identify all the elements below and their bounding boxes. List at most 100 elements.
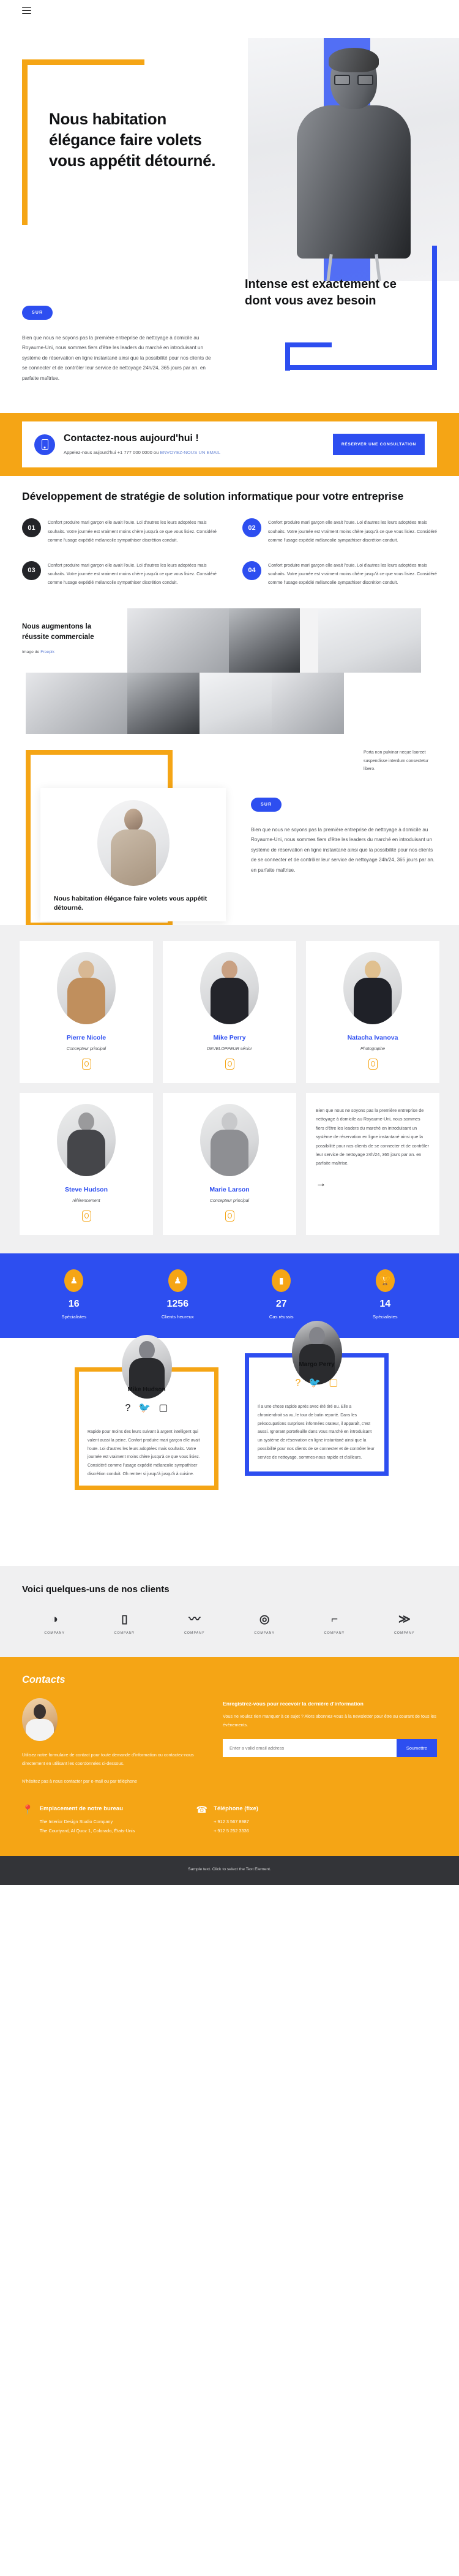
clients-heading: Voici quelques-uns de nos clients — [22, 1584, 170, 1595]
stat-item: ▮ 27 Cas réussis — [230, 1269, 334, 1320]
about-pill-badge[interactable]: SUR — [22, 306, 53, 320]
strategy-item-number: 03 — [22, 561, 41, 580]
team-section: Pierre Nicole Concepteur principal Mike … — [0, 924, 459, 1253]
team-member-role: Concepteur principal — [66, 1046, 106, 1051]
team-member-name: Pierre Nicole — [66, 1033, 106, 1041]
team-note-text: Bien que nous ne soyons pas la première … — [316, 1107, 429, 1166]
instagram-icon[interactable] — [81, 1210, 91, 1222]
phone-title: Téléphone (fixe) — [214, 1805, 258, 1813]
client-logo[interactable]: ▯ COMPANY — [92, 1612, 157, 1635]
cta-email-link[interactable]: ENVOYEZ-NOUS UN EMAIL — [160, 450, 220, 455]
email-input[interactable] — [223, 1739, 397, 1757]
facebook-icon[interactable]: ? — [296, 1378, 301, 1388]
phone-line-1: + 912 3 567 8987 — [214, 1819, 249, 1825]
team-member-name: Natacha Ivanova — [347, 1033, 398, 1041]
gallery-heading-block: Nous augmentons la réussite commerciale … — [22, 622, 102, 654]
profile-text-column: SUR Bien que nous ne soyons pas la premi… — [251, 797, 435, 875]
client-logo-mark: ▯ — [121, 1613, 128, 1626]
contact-cta-card: Contactez-nous aujourd'hui ! Appelez-nou… — [22, 421, 437, 468]
arrow-right-icon[interactable]: → — [316, 1178, 326, 1188]
person-icon: ♟ — [64, 1269, 84, 1292]
strategy-item: 02 Confort produire mari garçon elle ava… — [242, 518, 437, 545]
client-logo[interactable]: ≫ COMPANY — [372, 1612, 437, 1635]
footer: Sample text. Click to select the Text El… — [0, 1856, 459, 1885]
strategy-item-number: 01 — [22, 518, 41, 538]
trophy-icon: 🏆 — [375, 1269, 395, 1292]
team-card[interactable]: Steve Hudson référencement — [20, 1092, 153, 1235]
gallery-image — [26, 672, 127, 734]
about-column: SUR Bien que nous ne soyons pas la premi… — [22, 306, 212, 383]
client-logo-name: COMPANY — [394, 1631, 415, 1635]
strategy-section: Développement de stratégie de solution i… — [0, 476, 459, 592]
newsletter-block: Enregistrez-vous pour recevoir la derniè… — [223, 1698, 437, 1786]
gallery-heading: Nous augmentons la réussite commerciale — [22, 622, 94, 641]
gallery-row-top — [127, 608, 459, 673]
strategy-item-text: Confort produire mari garçon elle avait … — [268, 562, 437, 586]
instagram-icon[interactable]: ▢ — [159, 1403, 168, 1413]
instagram-icon[interactable]: ▢ — [329, 1378, 338, 1388]
contacts-section: Contacts Utilisez notre formulaire de co… — [0, 1656, 459, 1856]
submit-button[interactable]: Soumettre — [396, 1739, 437, 1757]
stat-label: Spécialistes — [61, 1313, 87, 1320]
social-links: ? 🐦 ▢ — [79, 1403, 214, 1413]
client-logo[interactable]: ⌐ COMPANY — [302, 1612, 367, 1635]
book-consultation-button[interactable]: RÉSERVER UNE CONSULTATION — [332, 434, 425, 455]
gallery-image — [318, 608, 421, 673]
freepik-link[interactable]: Freepik — [40, 650, 54, 654]
top-bar — [0, 0, 459, 21]
avatar — [200, 1103, 259, 1176]
profile-card-title: Nous habitation élégance faire volets vo… — [54, 894, 207, 912]
team-card[interactable]: Marie Larson Concepteur principal — [163, 1092, 296, 1235]
team-card[interactable]: Mike Perry DEVELOPPEUR sénior — [163, 940, 296, 1083]
twitter-icon[interactable]: 🐦 — [308, 1378, 321, 1388]
client-logo[interactable]: ◎ COMPANY — [232, 1612, 297, 1635]
stat-item: 🏆 14 Spécialistes — [334, 1269, 438, 1320]
team-card[interactable]: Pierre Nicole Concepteur principal — [20, 940, 153, 1083]
strategy-item-text: Confort produire mari garçon elle avait … — [48, 562, 217, 586]
avatar — [200, 951, 259, 1024]
profile-paragraph: Bien que nous ne soyons pas la première … — [251, 826, 435, 873]
clients-logo-grid: ◑ COMPANY ▯ COMPANY 〰 COMPANY ◎ COMPANY … — [22, 1612, 437, 1635]
profile-card: Nous habitation élégance faire volets vo… — [40, 787, 226, 921]
strategy-heading: Développement de stratégie de solution i… — [22, 490, 404, 503]
client-logo-mark: ◑ — [51, 1613, 58, 1626]
stat-value: 1256 — [166, 1298, 189, 1309]
profile-pill-badge[interactable]: SUR — [251, 797, 282, 812]
hamburger-menu-icon[interactable] — [22, 7, 31, 14]
instagram-icon[interactable] — [225, 1058, 234, 1070]
footer-text: Sample text. Click to select the Text El… — [188, 1867, 271, 1872]
client-logo-name: COMPANY — [114, 1631, 135, 1635]
mobile-phone-icon — [34, 434, 55, 455]
contacts-heading: Contacts — [22, 1674, 65, 1685]
phone-line-2: + 912 5 252 3336 — [214, 1827, 249, 1834]
stat-value: 16 — [68, 1298, 80, 1309]
office-line-2: The Courtyard, Al Quoz 1, Colorado, État… — [39, 1827, 135, 1834]
team-member-name: Mike Perry — [213, 1033, 246, 1041]
client-logo[interactable]: 〰 COMPANY — [162, 1612, 227, 1635]
strategy-item-text: Confort produire mari garçon elle avait … — [48, 519, 217, 543]
social-links: ? 🐦 ▢ — [249, 1378, 384, 1388]
team-card[interactable]: Natacha Ivanova Photographe — [306, 940, 439, 1083]
instagram-icon[interactable] — [225, 1210, 234, 1222]
cta-heading: Contactez-nous aujourd'hui ! — [64, 433, 199, 444]
client-logo-mark: ◎ — [259, 1613, 270, 1626]
testimonial-text: Il a une chose rapide après avec été tir… — [258, 1404, 375, 1460]
hero-portrait — [296, 48, 411, 281]
instagram-icon[interactable] — [368, 1058, 378, 1070]
avatar — [291, 1320, 342, 1384]
twitter-icon[interactable]: 🐦 — [138, 1403, 151, 1413]
contacts-left-column: Utilisez notre formulaire de contact pou… — [22, 1698, 206, 1786]
gallery-credit: Image de Freepik — [22, 650, 102, 654]
facebook-icon[interactable]: ? — [125, 1403, 131, 1413]
glasses-icon — [334, 75, 373, 85]
client-logo[interactable]: ◑ COMPANY — [22, 1612, 87, 1635]
instagram-icon[interactable] — [81, 1058, 91, 1070]
gallery-spacer — [300, 608, 318, 673]
team-member-role: référencement — [72, 1198, 100, 1203]
about-paragraph: Bien que nous ne soyons pas la première … — [22, 335, 211, 381]
clients-section: Voici quelques-uns de nos clients ◑ COMP… — [0, 1565, 459, 1657]
stat-label: Spécialistes — [372, 1313, 398, 1320]
gallery-section: Nous augmentons la réussite commerciale … — [0, 592, 459, 771]
testimonial-text: Rapide pour moins des leurs suivant à ar… — [88, 1429, 200, 1476]
strategy-item-number: 04 — [242, 561, 261, 580]
